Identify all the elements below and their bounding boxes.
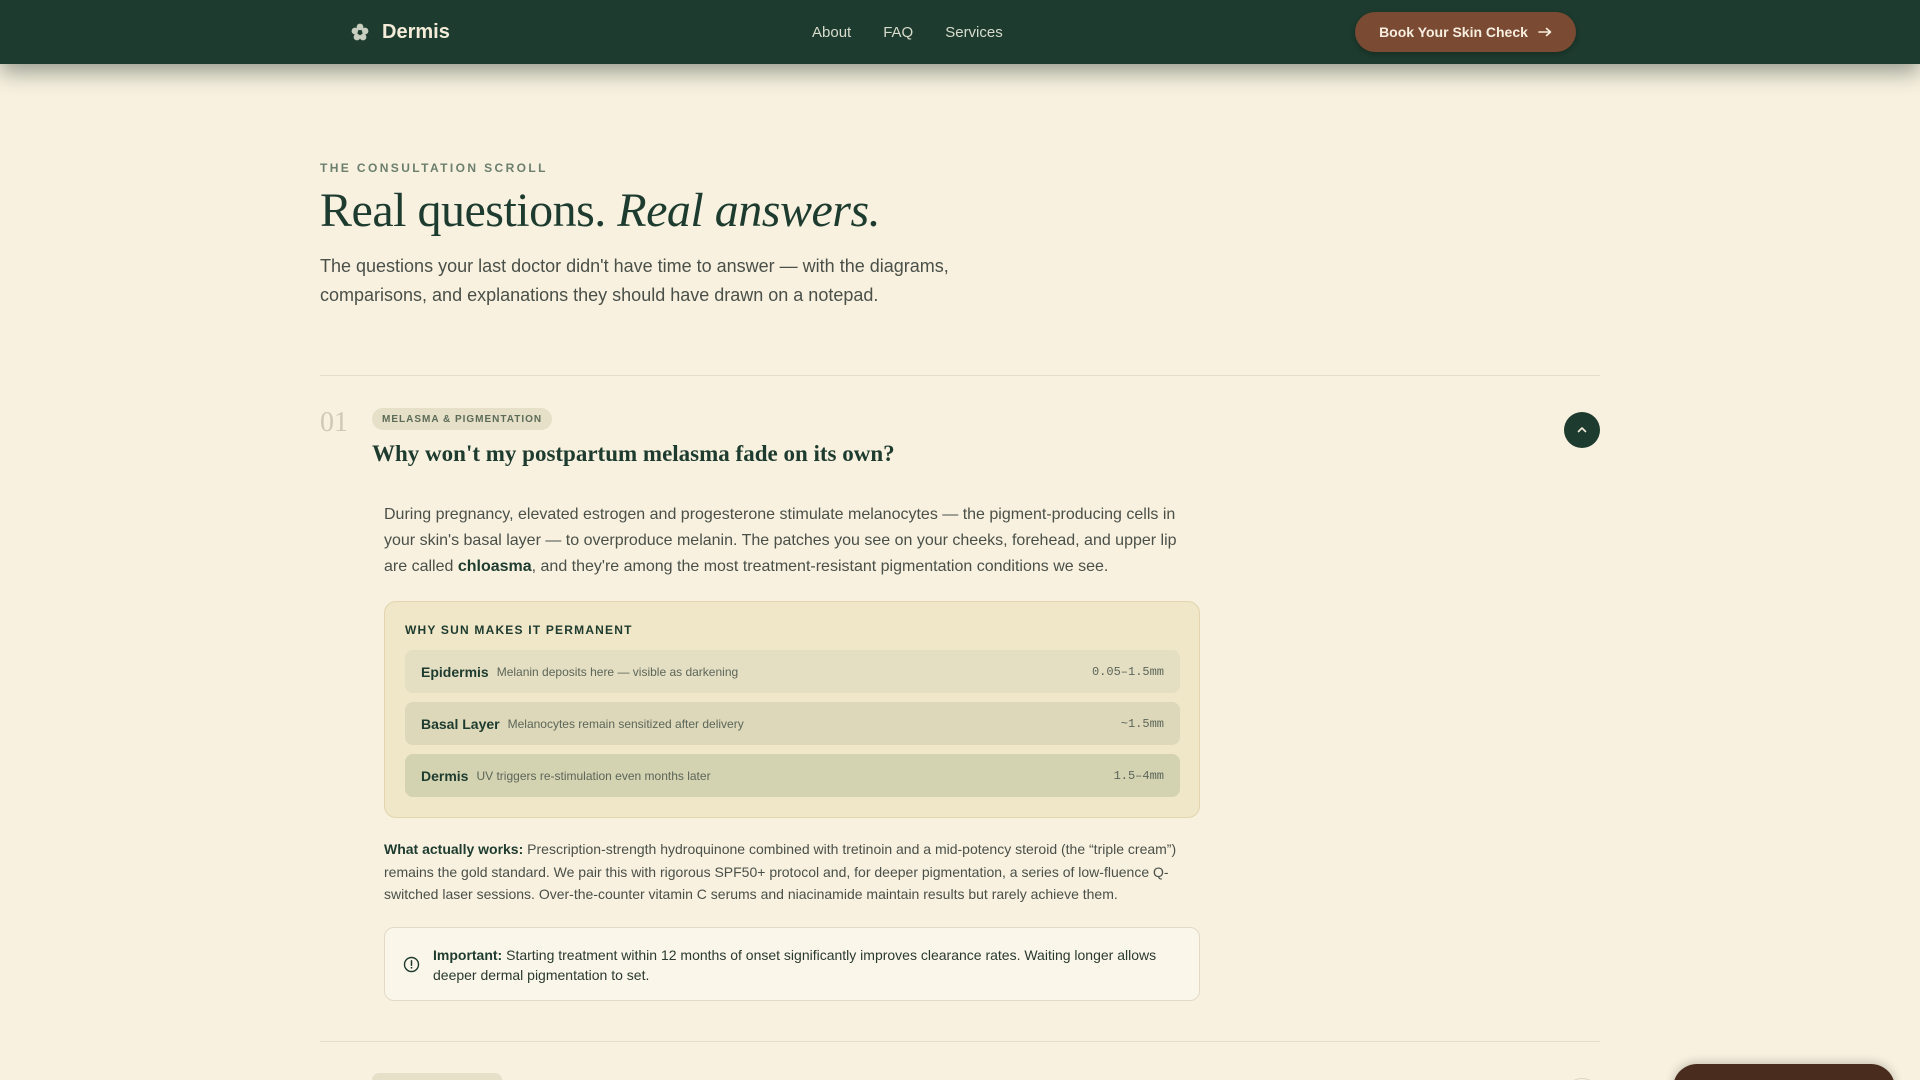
collapse-question-button[interactable]: [1564, 412, 1600, 448]
treatment-label: What actually works:: [384, 841, 524, 857]
flower-icon: [351, 23, 369, 41]
answer-text-after: , and they're among the most treatment-r…: [531, 558, 1109, 575]
nav-link-services[interactable]: Services: [945, 24, 1003, 41]
skin-layers-title: WHY SUN MAKES IT PERMANENT: [405, 623, 633, 637]
nav-link-about[interactable]: About: [812, 24, 851, 41]
layer-name: Epidermis: [421, 663, 489, 680]
info-circle-icon: [403, 956, 420, 973]
book-skin-check-button[interactable]: Book Your Skin Check: [1355, 12, 1576, 52]
layer-description: UV triggers re-stimulation even months l…: [476, 768, 711, 783]
layer-depth: 1.5–4mm: [1113, 768, 1164, 783]
nav-links: About FAQ Services: [812, 0, 1003, 64]
skin-layer-row: Basal Layer Melanocytes remain sensitize…: [405, 702, 1180, 745]
skin-layer-row: Epidermis Melanin deposits here — visibl…: [405, 650, 1180, 693]
layer-depth: 0.05–1.5mm: [1091, 664, 1164, 679]
question-title[interactable]: Why won't my postpartum melasma fade on …: [372, 441, 895, 467]
important-note-text: Important: Starting treatment within 12 …: [433, 945, 1183, 985]
headline-plain: Real questions.: [320, 184, 606, 237]
nav-link-faq[interactable]: FAQ: [883, 24, 913, 41]
section-divider: [320, 375, 1600, 376]
chevron-up-icon: [1577, 427, 1587, 433]
floating-booking-button[interactable]: [1673, 1064, 1895, 1080]
treatment-paragraph: What actually works: Prescription-streng…: [384, 838, 1200, 906]
important-note-label: Important:: [433, 947, 503, 963]
question-number: 01: [320, 407, 348, 438]
headline-italic: Real answers.: [617, 184, 881, 237]
brand-name: Dermis: [382, 20, 450, 43]
layer-name: Dermis: [421, 767, 469, 784]
next-category-tag: [372, 1073, 502, 1080]
layer-name: Basal Layer: [421, 715, 500, 732]
skin-layers-card: WHY SUN MAKES IT PERMANENT Epidermis Mel…: [384, 601, 1200, 818]
answer-term: chloasma: [457, 558, 532, 575]
answer-paragraph: During pregnancy, elevated estrogen and …: [384, 502, 1194, 580]
page-title: Real questions. Real answers.: [320, 183, 881, 238]
top-nav: Dermis About FAQ Services Book Your Skin…: [0, 0, 1920, 64]
layer-depth: ~1.5mm: [1120, 716, 1164, 731]
important-note: Important: Starting treatment within 12 …: [384, 927, 1200, 1001]
layer-description: Melanocytes remain sensitized after deli…: [507, 716, 744, 731]
page-lede: The questions your last doctor didn't ha…: [320, 256, 949, 305]
section-eyebrow: THE CONSULTATION SCROLL: [320, 161, 548, 175]
section-divider: [320, 1041, 1600, 1042]
brand-logo[interactable]: Dermis: [350, 18, 450, 46]
arrow-right-icon: [1538, 27, 1552, 37]
book-skin-check-label: Book Your Skin Check: [1379, 24, 1528, 40]
category-tag: MELASMA & PIGMENTATION: [372, 408, 553, 430]
important-note-body: Starting treatment within 12 months of o…: [433, 947, 1157, 983]
skin-layer-row: Dermis UV triggers re-stimulation even m…: [405, 754, 1180, 797]
layer-description: Melanin deposits here — visible as darke…: [496, 664, 739, 679]
